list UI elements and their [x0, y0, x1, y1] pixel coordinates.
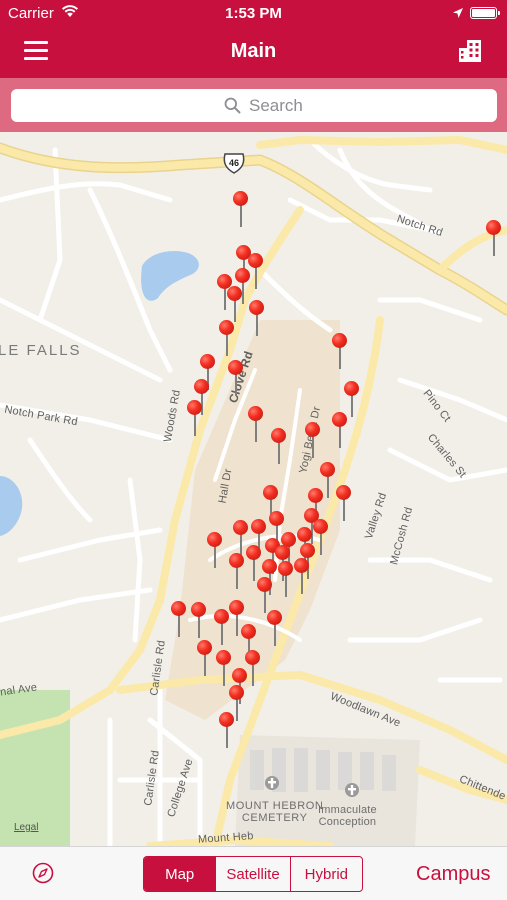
svg-text:46: 46 — [229, 158, 239, 168]
legal-link[interactable]: Legal — [14, 822, 38, 833]
battery-icon — [470, 7, 500, 19]
nav-bar: Main — [0, 26, 507, 78]
place-label-le-falls: LE FALLS — [0, 342, 82, 359]
map-pin-icon[interactable] — [207, 532, 223, 568]
status-bar: Carrier 1:53 PM — [0, 0, 507, 26]
map-pin-icon[interactable] — [257, 577, 273, 613]
map-pin-icon[interactable] — [227, 286, 243, 322]
map-base: 46 — [0, 136, 507, 846]
map-pin-icon[interactable] — [267, 610, 283, 646]
map-pin-icon[interactable] — [332, 333, 348, 369]
map-pin-icon[interactable] — [305, 422, 321, 458]
map-pin-icon[interactable] — [216, 650, 232, 686]
map-pin-icon[interactable] — [271, 428, 287, 464]
map-pin-icon[interactable] — [249, 300, 265, 336]
map-pin-icon[interactable] — [228, 360, 244, 396]
compass-icon[interactable] — [32, 862, 54, 889]
map-pin-icon[interactable] — [214, 609, 230, 645]
campus-map[interactable]: 46 Notch Rd LE FALLS Notch Park Rd Woods… — [0, 132, 507, 846]
map-pin-icon[interactable] — [219, 320, 235, 356]
map-pin-icon[interactable] — [486, 220, 502, 256]
building-icon[interactable] — [457, 39, 483, 68]
map-pin-icon[interactable] — [294, 558, 310, 594]
map-pin-icon[interactable] — [336, 485, 352, 521]
segment-satellite[interactable]: Satellite — [215, 857, 289, 891]
map-pin-icon[interactable] — [191, 602, 207, 638]
map-pin-icon[interactable] — [332, 412, 348, 448]
campus-button[interactable]: Campus — [416, 863, 490, 886]
location-arrow-icon — [452, 6, 464, 24]
status-time: 1:53 PM — [225, 5, 282, 22]
map-pin-icon[interactable] — [246, 545, 262, 581]
map-type-segmented-control: Map Satellite Hybrid — [143, 856, 363, 892]
search-area: Search — [0, 78, 507, 132]
bottom-toolbar: Map Satellite Hybrid Campus — [0, 846, 507, 900]
search-placeholder: Search — [249, 96, 303, 115]
page-title: Main — [230, 40, 277, 62]
search-icon — [224, 97, 241, 119]
segment-map[interactable]: Map — [144, 857, 216, 891]
place-label-immaculate-conception: Immaculate Conception — [318, 804, 377, 828]
map-pin-icon[interactable] — [219, 712, 235, 748]
map-pin-icon[interactable] — [229, 553, 245, 589]
map-pin-icon[interactable] — [187, 400, 203, 436]
map-pin-icon[interactable] — [197, 640, 213, 676]
place-label-mount-hebron-cemetery: MOUNT HEBRON CEMETERY — [226, 800, 324, 824]
search-input[interactable]: Search — [11, 89, 497, 122]
map-pin-icon[interactable] — [233, 191, 249, 227]
segment-hybrid[interactable]: Hybrid — [289, 857, 362, 891]
map-pin-icon[interactable] — [278, 561, 294, 597]
map-pin-icon[interactable] — [171, 601, 187, 637]
map-pin-icon[interactable] — [248, 406, 264, 442]
